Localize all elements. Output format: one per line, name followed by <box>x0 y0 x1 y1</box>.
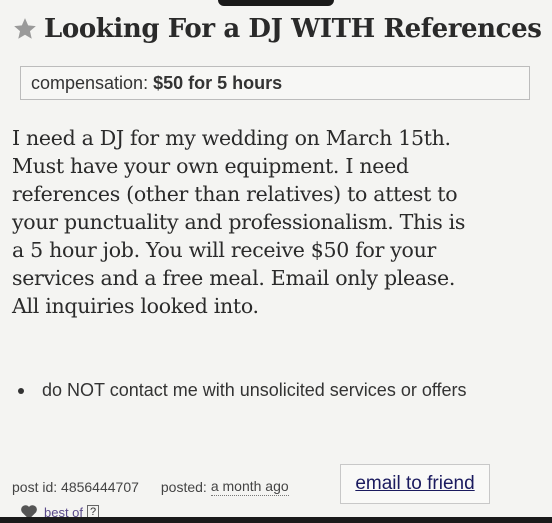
post-footer: post id: 4856444707 posted: a month ago <box>12 478 289 496</box>
bottom-bar <box>0 517 552 523</box>
email-to-friend-button[interactable]: email to friend <box>340 464 490 504</box>
body-line: a 5 hour job. You will receive $50 for y… <box>12 238 437 262</box>
compensation-box: compensation: $50 for 5 hours <box>20 66 530 100</box>
email-to-friend-label: email to friend <box>355 473 475 494</box>
notice-list-item: do NOT contact me with unsolicited servi… <box>18 380 467 401</box>
compensation-label: compensation: <box>31 72 149 93</box>
body-line: I need a DJ for my wedding on March 15th… <box>12 126 451 150</box>
notice-text: do NOT contact me with unsolicited servi… <box>42 380 467 400</box>
body-line: services and a free meal. Email only ple… <box>12 266 456 290</box>
post-title: Looking For a DJ WITH References <box>44 14 542 44</box>
star-icon[interactable] <box>12 16 38 42</box>
compensation-value: $50 for 5 hours <box>153 72 283 93</box>
bullet-icon <box>18 387 24 394</box>
post-body: I need a DJ for my wedding on March 15th… <box>12 124 542 320</box>
body-line: Must have your own equipment. I need <box>12 154 409 178</box>
posted-label: posted: <box>160 479 207 495</box>
body-line: references (other than relatives) to att… <box>12 182 458 206</box>
posted-date: a month ago <box>210 478 289 496</box>
phone-notch <box>218 0 334 6</box>
post-id: post id: 4856444707 <box>12 479 139 495</box>
body-line: your punctuality and professionalism. Th… <box>12 210 466 234</box>
post-header: Looking For a DJ WITH References <box>12 14 542 44</box>
body-line: All inquiries looked into. <box>12 294 259 318</box>
